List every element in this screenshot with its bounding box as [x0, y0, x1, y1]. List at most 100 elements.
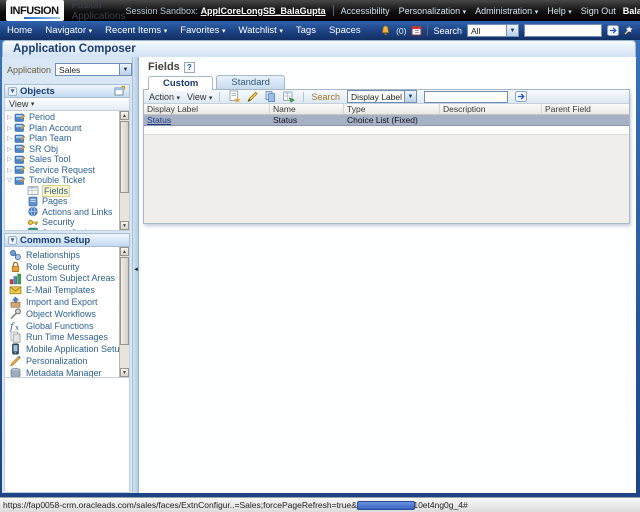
nav-item-watchlist[interactable]: Watchlist ▾ [239, 25, 283, 36]
column-header-description[interactable]: Description [440, 104, 542, 114]
tree-item-sales-tool[interactable]: ▷ Sales Tool [5, 154, 129, 165]
sandbox-link[interactable]: ApplCoreLongSB_BalaGupta [201, 6, 326, 16]
tree-toggle-icon[interactable]: ▽ [5, 176, 14, 184]
scroll-thumb[interactable] [120, 257, 129, 345]
collapse-icon[interactable]: ▾ [8, 86, 17, 96]
tree-item-period[interactable]: ▷ Period [5, 112, 129, 123]
tab-custom[interactable]: Custom [148, 76, 214, 90]
chevron-down-icon[interactable]: ▼ [506, 25, 518, 36]
setup-item-run-time-messages[interactable]: Run Time Messages [5, 332, 129, 344]
tree-item-server-scripts[interactable]: «»Server Scripts [5, 227, 129, 230]
export-button[interactable] [281, 90, 296, 103]
nav-search-label: Search [433, 25, 462, 36]
setup-item-e-mail-templates[interactable]: E-Mail Templates [5, 284, 129, 296]
objects-panel-header[interactable]: ▾ Objects [4, 84, 130, 98]
fields-table-box: Action ▾ View ▾ Search Display Label ▼ D… [143, 90, 630, 224]
nav-item-favorites[interactable]: Favorites ▾ [180, 25, 225, 36]
tree-item-actions-and-links[interactable]: Actions and Links [5, 207, 129, 218]
scroll-up-icon[interactable]: ▲ [120, 247, 129, 256]
scripts-icon: «» [27, 227, 39, 230]
lock-icon [9, 261, 22, 273]
tree-toggle-icon[interactable]: ▷ [5, 145, 14, 153]
header-link-sign-out[interactable]: Sign Out [581, 6, 616, 16]
nav-search-input[interactable] [524, 24, 602, 37]
column-header-parent-field[interactable]: Parent Field [542, 104, 629, 114]
column-header-name[interactable]: Name [270, 104, 344, 114]
scroll-down-icon[interactable]: ▼ [120, 368, 129, 377]
infusion-logo: INFUSION [6, 0, 64, 21]
tree-toggle-icon[interactable]: ▷ [5, 166, 14, 174]
calendar-icon[interactable] [411, 25, 422, 36]
logo-accent-strip [24, 17, 60, 19]
setup-item-global-functions[interactable]: f x Global Functions [5, 320, 129, 332]
header-link-help[interactable]: Help ▾ [547, 6, 572, 16]
setup-item-import-and-export[interactable]: Import and Export [5, 296, 129, 308]
search-field-select[interactable]: Display Label ▼ [346, 90, 417, 103]
create-button[interactable] [227, 90, 242, 103]
nav-search-go-icon[interactable] [607, 25, 619, 36]
page-title-bar: Application Composer [2, 40, 636, 57]
main-navigation-bar: Home Navigator ▾ Recent Items ▾ Favorites ▾… [0, 21, 640, 40]
nav-item-spaces[interactable]: Spaces [329, 25, 361, 36]
common-setup-scrollbar[interactable]: ▲ ▼ [119, 247, 129, 377]
tree-item-service-request[interactable]: ▷ Service Request [5, 165, 129, 176]
tree-toggle-icon[interactable]: ▷ [5, 124, 14, 132]
column-header-display-label[interactable]: Display Label [144, 104, 270, 114]
table-search-go-icon[interactable] [514, 91, 527, 102]
scroll-up-icon[interactable]: ▲ [120, 111, 129, 120]
setup-item-object-workflows[interactable]: Object Workflows [5, 308, 129, 320]
tree-item-security[interactable]: Security [5, 217, 129, 228]
objects-panel-title: Objects [20, 85, 55, 97]
edit-button[interactable] [245, 90, 260, 103]
nav-item-tags[interactable]: Tags [296, 25, 316, 36]
tab-standard[interactable]: Standard [216, 75, 285, 89]
common-setup-header[interactable]: ▾ Common Setup [4, 233, 130, 247]
scroll-thumb[interactable] [120, 121, 129, 193]
table-search-input[interactable] [423, 90, 508, 103]
mobile-icon [9, 343, 22, 355]
objects-tree-scrollbar[interactable]: ▲ ▼ [119, 111, 129, 230]
divider [332, 5, 334, 16]
tree-toggle-icon[interactable]: ▷ [5, 155, 14, 163]
collapse-icon[interactable]: ▾ [8, 235, 17, 245]
tree-item-plan-team[interactable]: ▷ Plan Team [5, 133, 129, 144]
row-display-label-link[interactable]: Status [147, 115, 171, 125]
header-link-accessibility[interactable]: Accessibility [341, 6, 390, 16]
chevron-down-icon[interactable]: ▼ [403, 91, 416, 102]
table-row[interactable]: Status Status Choice List (Fixed) [144, 115, 629, 126]
nav-search-scope-select[interactable]: All ▼ [467, 24, 519, 37]
setup-item-metadata-manager[interactable]: Metadata Manager [5, 367, 129, 377]
nav-item-navigator[interactable]: Navigator ▾ [45, 25, 92, 36]
key-icon [27, 217, 39, 228]
logo-tagline: Fusion Applications [71, 0, 126, 22]
table-search-label: Search [311, 91, 340, 102]
new-object-icon[interactable] [114, 85, 126, 97]
view-menu[interactable]: View ▾ [187, 92, 212, 102]
scroll-down-icon[interactable]: ▼ [120, 221, 129, 230]
setup-item-mobile-application-setup[interactable]: Mobile Application Setup [5, 343, 129, 355]
application-select[interactable]: Sales ▼ [55, 63, 132, 76]
tree-item-pages[interactable]: Pages [5, 196, 129, 207]
column-header-type[interactable]: Type [344, 104, 440, 114]
header-link-personalization[interactable]: Personalization ▾ [399, 6, 467, 16]
tree-item-plan-account[interactable]: ▷ Plan Account [5, 123, 129, 134]
duplicate-button[interactable] [263, 90, 278, 103]
notifications-bell-icon[interactable] [380, 25, 391, 36]
tree-item-fields[interactable]: Fields [5, 184, 129, 197]
advanced-search-icon[interactable] [624, 25, 634, 36]
objects-view-menu[interactable]: View ▾ [4, 98, 130, 111]
help-icon[interactable]: ? [183, 61, 195, 73]
tree-toggle-icon[interactable]: ▷ [5, 134, 14, 142]
action-menu[interactable]: Action ▾ [149, 92, 180, 102]
setup-item-role-security[interactable]: Role Security [5, 261, 129, 273]
setup-item-custom-subject-areas[interactable]: Custom Subject Areas [5, 273, 129, 285]
tree-item-sr-obj[interactable]: ▷ SR Obj [5, 144, 129, 155]
logo-text: INFUSION [10, 5, 59, 17]
nav-item-home[interactable]: Home [7, 25, 32, 36]
chevron-down-icon[interactable]: ▼ [119, 64, 131, 75]
tree-toggle-icon[interactable]: ▷ [5, 113, 14, 121]
setup-item-relationships[interactable]: Relationships [5, 249, 129, 261]
header-link-administration[interactable]: Administration ▾ [475, 6, 538, 16]
setup-item-personalization[interactable]: Personalization [5, 355, 129, 367]
nav-item-recent-items[interactable]: Recent Items ▾ [105, 25, 167, 36]
